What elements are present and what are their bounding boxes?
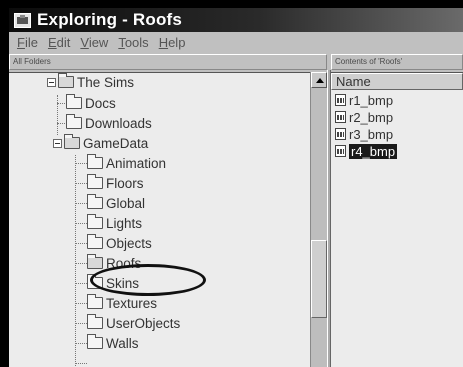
column-header-name[interactable]: Name bbox=[331, 73, 463, 90]
file-name: r1_bmp bbox=[349, 92, 394, 108]
folder-icon bbox=[87, 234, 103, 249]
folder-icon bbox=[87, 174, 103, 189]
tree-item-walls[interactable]: Walls bbox=[87, 333, 139, 353]
list-item-selected[interactable]: r4_bmp bbox=[335, 143, 398, 159]
window-title: Exploring - Roofs bbox=[37, 10, 183, 29]
list-item[interactable]: r1_bmp bbox=[335, 92, 393, 108]
menu-tools[interactable]: Tools bbox=[118, 35, 148, 50]
folder-icon bbox=[66, 94, 82, 109]
tree-item-label: GameData bbox=[83, 135, 149, 151]
folder-icon bbox=[87, 214, 103, 229]
open-folder-icon bbox=[87, 254, 103, 269]
explorer-icon bbox=[14, 12, 31, 28]
collapse-icon[interactable] bbox=[53, 138, 62, 148]
folder-icon bbox=[58, 73, 74, 88]
all-folders-header: All Folders bbox=[9, 54, 327, 70]
tree-item-lights[interactable]: Lights bbox=[87, 213, 142, 233]
highlight-circle bbox=[90, 264, 206, 296]
tree-item-floors[interactable]: Floors bbox=[87, 173, 144, 193]
file-name: r3_bmp bbox=[349, 126, 394, 142]
scroll-up-button[interactable] bbox=[311, 72, 327, 88]
tree-item-docs[interactable]: Docs bbox=[66, 93, 116, 113]
tree-item-the-sims[interactable]: The Sims bbox=[47, 73, 135, 92]
scroll-thumb[interactable] bbox=[311, 240, 327, 318]
tree-item-label: Objects bbox=[106, 235, 152, 251]
tree-item-label: Walls bbox=[106, 335, 139, 351]
explorer-window: Exploring - Roofs File Edit View Tools H… bbox=[9, 8, 463, 367]
tree-item-userobjects[interactable]: UserObjects bbox=[87, 313, 180, 333]
bitmap-file-icon bbox=[335, 111, 346, 123]
tree-scrollbar[interactable] bbox=[310, 72, 327, 367]
title-bar[interactable]: Exploring - Roofs bbox=[9, 8, 463, 32]
tree-item-downloads[interactable]: Downloads bbox=[66, 113, 152, 133]
folder-icon bbox=[66, 114, 82, 129]
tree-item-label: UserObjects bbox=[106, 315, 181, 331]
menu-bar: File Edit View Tools Help bbox=[9, 32, 463, 52]
menu-edit[interactable]: Edit bbox=[48, 35, 70, 50]
folder-icon bbox=[64, 134, 80, 149]
list-item[interactable]: r3_bmp bbox=[335, 126, 393, 142]
tree-item-textures[interactable]: Textures bbox=[87, 293, 157, 313]
folder-icon bbox=[87, 154, 103, 169]
folder-tree[interactable]: The Sims Docs Downloads GameData Animati… bbox=[9, 72, 310, 367]
menu-help[interactable]: Help bbox=[159, 35, 186, 50]
tree-item-label: Animation bbox=[106, 155, 167, 171]
contents-header: Contents of 'Roofs' bbox=[331, 54, 463, 70]
file-name: r2_bmp bbox=[349, 109, 394, 125]
file-name: r4_bmp bbox=[349, 143, 398, 159]
bitmap-file-icon bbox=[335, 94, 346, 106]
bitmap-file-icon bbox=[335, 145, 346, 157]
menu-view[interactable]: View bbox=[80, 35, 108, 50]
tree-item-label: Downloads bbox=[85, 115, 152, 131]
folder-icon bbox=[87, 314, 103, 329]
folder-icon bbox=[87, 194, 103, 209]
tree-item-gamedata[interactable]: GameData bbox=[53, 133, 148, 153]
file-list[interactable]: Name r1_bmp r2_bmp r3_bmp r4_bmp bbox=[331, 72, 463, 367]
collapse-icon[interactable] bbox=[47, 77, 56, 87]
tree-item-label: The Sims bbox=[77, 74, 135, 90]
tree-item-label: Textures bbox=[106, 295, 158, 311]
tree-item-label: Floors bbox=[106, 175, 144, 191]
bitmap-file-icon bbox=[335, 128, 346, 140]
folder-icon bbox=[87, 294, 103, 309]
tree-item-animation[interactable]: Animation bbox=[87, 153, 166, 173]
tree-item-label: Global bbox=[106, 195, 146, 211]
list-item[interactable]: r2_bmp bbox=[335, 109, 393, 125]
tree-item-objects[interactable]: Objects bbox=[87, 233, 152, 253]
menu-file[interactable]: File bbox=[17, 35, 38, 50]
tree-item-global[interactable]: Global bbox=[87, 193, 145, 213]
folder-icon bbox=[87, 334, 103, 349]
tree-item-label: Docs bbox=[85, 95, 116, 111]
tree-item-label: Lights bbox=[106, 215, 143, 231]
